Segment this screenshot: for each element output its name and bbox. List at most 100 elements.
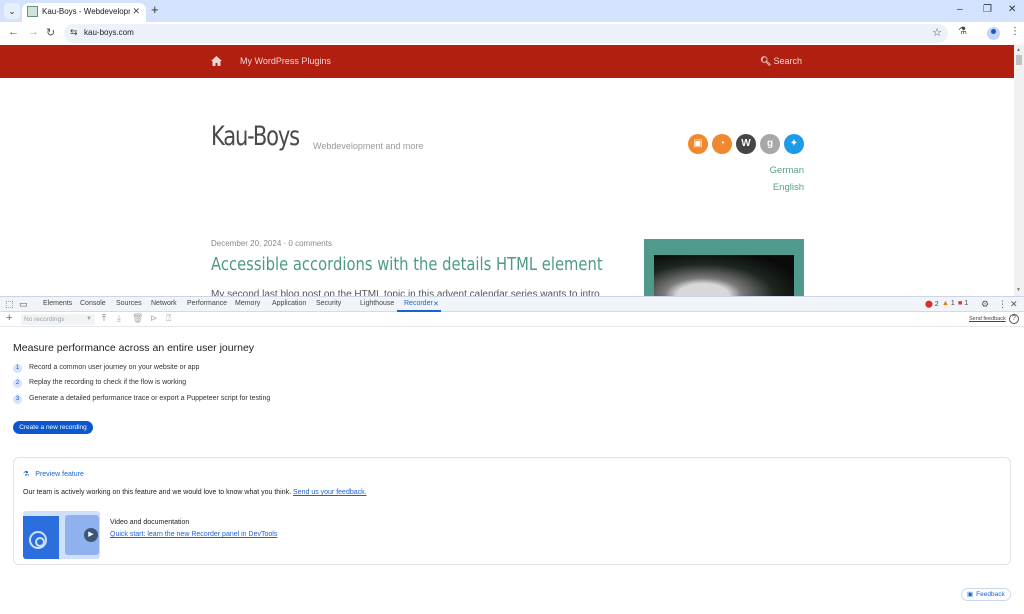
send-us-feedback-link[interactable]: Send us your feedback.: [293, 489, 367, 496]
profile-avatar[interactable]: [987, 27, 1000, 40]
twitter-icon[interactable]: ✦: [784, 134, 804, 154]
browser-menu-icon[interactable]: ⋮: [1010, 26, 1020, 37]
forward-button[interactable]: →: [28, 26, 39, 38]
tab-performance[interactable]: Performance: [187, 300, 227, 307]
new-tab-button[interactable]: +: [151, 3, 159, 17]
scroll-down-arrow-icon[interactable]: ▼: [1016, 287, 1021, 293]
tab-security[interactable]: Security: [316, 300, 341, 307]
browser-tab[interactable]: Kau-Boys - Webdevelopment and more ✕: [22, 3, 146, 22]
feedback-button-label: Feedback: [976, 591, 1005, 598]
page-viewport: My WordPress Plugins 🔍︎ Search Kau-Boys W…: [0, 45, 1024, 296]
restore-button[interactable]: ❐: [983, 4, 992, 15]
tab-recorder[interactable]: Recorder: [404, 300, 433, 307]
video-thumbnail[interactable]: ▶: [23, 511, 100, 559]
post-thumbnail[interactable]: [644, 239, 804, 296]
recorder-toolbar: + No recordings ▼ ⤒ ⤓ 🗑︎ ⊳ ⍰ Send feedba…: [0, 312, 1024, 327]
flask-icon: ⚗: [23, 471, 30, 478]
tab-sources[interactable]: Sources: [116, 300, 142, 307]
tab-network[interactable]: Network: [151, 300, 177, 307]
url-text[interactable]: kau-boys.com: [84, 28, 134, 37]
tab-memory[interactable]: Memory: [235, 300, 260, 307]
labs-flask-icon[interactable]: ⚗: [958, 26, 967, 37]
errors-counter[interactable]: ⬤ 2: [925, 300, 939, 308]
scrollbar-thumb[interactable]: [1016, 55, 1022, 65]
step-number: 3: [13, 395, 22, 404]
warning-count: 1: [950, 300, 955, 307]
tab-elements[interactable]: Elements: [43, 300, 72, 307]
feedback-icon: ▣: [967, 591, 974, 598]
devtools-close-icon[interactable]: ✕: [1010, 299, 1018, 310]
site-description: Webdevelopment and more: [313, 141, 424, 151]
reload-button[interactable]: ↻: [46, 26, 55, 39]
delete-recording-icon[interactable]: 🗑︎: [132, 313, 143, 324]
send-feedback-link[interactable]: Send feedback: [969, 316, 1006, 322]
google-icon[interactable]: g: [760, 134, 780, 154]
search-label: Search: [773, 56, 802, 66]
import-recording-icon[interactable]: ⤒: [102, 313, 106, 324]
quick-start-link[interactable]: Quick start: learn the new Recorder pane…: [110, 531, 277, 538]
site-title[interactable]: Kau-Boys: [211, 121, 300, 152]
shortcuts-icon[interactable]: ⍰: [166, 313, 171, 324]
devtools-panel: ⬚ ▭ Elements Console Sources Network Per…: [0, 296, 1024, 614]
issues-icon: ■: [958, 300, 963, 307]
page-scrollbar[interactable]: ▲ ▼: [1014, 45, 1024, 296]
video-title: Video and documentation: [110, 519, 190, 526]
device-toolbar-icon[interactable]: ▭: [19, 299, 28, 310]
post-title[interactable]: Accessible accordions with the details H…: [211, 254, 603, 275]
tab-application[interactable]: Application: [272, 300, 306, 307]
feedback-button[interactable]: ▣ Feedback: [961, 588, 1011, 601]
wordpress-icon[interactable]: W: [736, 134, 756, 154]
play-icon: ▶: [84, 528, 98, 542]
recorder-heading: Measure performance across an entire use…: [13, 342, 255, 354]
add-recording-icon[interactable]: +: [6, 312, 12, 324]
export-recording-icon[interactable]: ⤓: [117, 313, 121, 324]
devtools-menu-icon[interactable]: ⋮: [998, 299, 1007, 310]
settings-gear-icon[interactable]: ⚙: [981, 299, 989, 310]
create-recording-button[interactable]: Create a new recording: [13, 421, 93, 434]
language-german-link[interactable]: German: [770, 165, 804, 176]
recordings-select[interactable]: No recordings ▼: [21, 314, 95, 325]
tab-close-icon[interactable]: ✕: [132, 6, 140, 17]
step-text: Record a common user journey on your web…: [29, 364, 200, 371]
site-info-icon[interactable]: ⇆: [70, 27, 78, 38]
post-thumbnail-image: [654, 255, 794, 296]
tab-lighthouse[interactable]: Lighthouse: [360, 300, 394, 307]
back-button[interactable]: ←: [8, 26, 19, 38]
tab-console[interactable]: Console: [80, 300, 106, 307]
warning-icon: ▲: [942, 300, 949, 307]
inspect-element-icon[interactable]: ⬚: [5, 299, 14, 310]
scroll-up-arrow-icon[interactable]: ▲: [1016, 47, 1021, 53]
recordings-select-value: No recordings: [24, 316, 65, 323]
tab-search-button[interactable]: ⌄: [4, 3, 20, 19]
chrome-logo-icon: [29, 531, 47, 549]
warnings-counter[interactable]: ▲ 1: [942, 300, 955, 307]
recorder-tab-close-icon[interactable]: ✕: [433, 300, 439, 308]
language-english-link[interactable]: English: [773, 182, 804, 193]
nav-link-wordpress-plugins[interactable]: My WordPress Plugins: [240, 56, 331, 66]
bookmark-star-icon[interactable]: ☆: [932, 26, 942, 39]
post-meta: December 20, 2024 · 0 comments: [211, 239, 332, 248]
preview-description: Our team is actively working on this fea…: [23, 489, 367, 496]
address-bar[interactable]: ⇆ kau-boys.com ☆: [64, 24, 948, 43]
help-icon[interactable]: ?: [1009, 314, 1019, 324]
preview-text: Our team is actively working on this fea…: [23, 489, 292, 496]
issues-counter[interactable]: ■ 1: [958, 300, 968, 307]
tab-strip: ⌄ Kau-Boys - Webdevelopment and more ✕ +…: [0, 0, 1024, 22]
step-text: Generate a detailed performance trace or…: [29, 395, 271, 402]
post-comments-link[interactable]: 0 comments: [288, 239, 332, 248]
comments-feed-icon[interactable]: ▣: [688, 134, 708, 154]
meta-separator: ·: [283, 239, 287, 248]
preview-label-text: Preview feature: [35, 471, 84, 478]
window-close-button[interactable]: ✕: [1008, 4, 1016, 15]
site-search-link[interactable]: 🔍︎ Search: [760, 56, 802, 67]
search-icon: 🔍︎: [760, 56, 772, 66]
preview-feature-label: ⚗ Preview feature: [23, 470, 84, 478]
rss-feed-icon[interactable]: ◔: [712, 134, 732, 154]
minimize-button[interactable]: –: [957, 4, 963, 15]
post-date[interactable]: December 20, 2024: [211, 239, 281, 248]
replay-icon[interactable]: ⊳: [150, 313, 158, 324]
home-icon[interactable]: [211, 56, 222, 66]
issues-count: 1: [964, 300, 969, 307]
step-number: 1: [13, 364, 22, 373]
step-text: Replay the recording to check if the flo…: [29, 379, 187, 386]
